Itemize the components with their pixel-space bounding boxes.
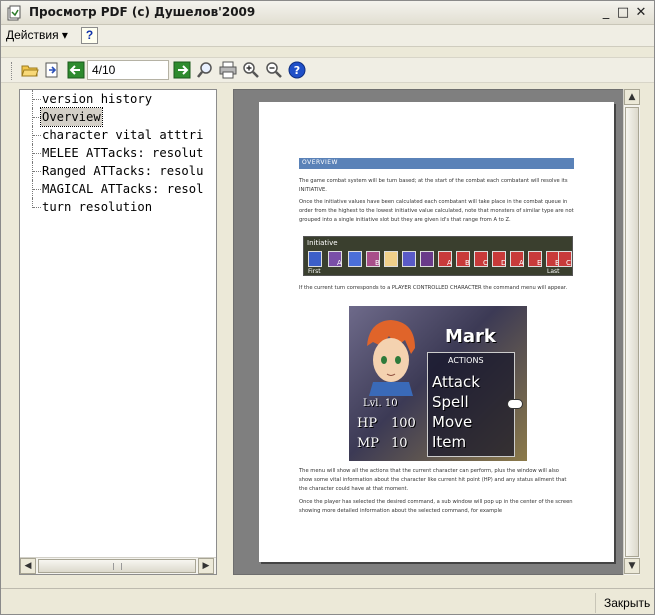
pdf-view: OVERVIEW The game combat system will be … xyxy=(233,89,640,575)
title-bar: Просмотр PDF (c) Душелов'2009 _ □ ✕ xyxy=(1,1,654,25)
initiative-label: Initiative xyxy=(307,239,338,247)
initiative-first-label: First xyxy=(308,268,321,275)
prev-page-icon[interactable] xyxy=(67,61,85,79)
pdf-viewer-window: Просмотр PDF (c) Душелов'2009 _ □ ✕ Дейс… xyxy=(0,0,655,615)
outline-item-label: character vital atttri xyxy=(42,128,204,142)
status-bar: Закрыть xyxy=(1,588,654,614)
app-icon xyxy=(7,5,21,21)
page-number-input[interactable] xyxy=(87,60,169,80)
next-page-icon[interactable] xyxy=(173,61,191,79)
outline-item-selected[interactable]: Overview xyxy=(20,107,216,127)
outline-item[interactable]: MAGICAL ATTacks: resol xyxy=(20,180,216,198)
character-name: Mark xyxy=(445,326,496,347)
initiative-bar-image: Initiative A B A B C D A E C First Last xyxy=(303,236,573,276)
vertical-scroll-thumb[interactable] xyxy=(625,107,639,557)
scroll-down-icon[interactable]: ▼ xyxy=(624,558,640,574)
command-move: Move xyxy=(432,413,473,431)
paragraph: If the current turn corresponds to a PLA… xyxy=(299,285,568,291)
portrait-icon xyxy=(348,251,362,267)
close-window-button[interactable]: ✕ xyxy=(633,5,649,21)
section-heading: OVERVIEW xyxy=(302,159,338,166)
mp-label: MP xyxy=(357,436,380,451)
horizontal-scroll-thumb[interactable] xyxy=(38,559,196,573)
outline-horizontal-scrollbar[interactable]: ◀ ▶ xyxy=(20,557,216,574)
maximize-button[interactable]: □ xyxy=(615,5,631,21)
help-icon[interactable]: ? xyxy=(288,61,306,79)
close-button[interactable]: Закрыть xyxy=(595,593,653,613)
paragraph: Once the player has selected the desired… xyxy=(299,499,573,514)
actions-menu-label: Действия xyxy=(6,28,59,42)
outline-item-label: version history xyxy=(42,92,153,106)
character-portrait xyxy=(367,320,415,396)
scroll-right-icon[interactable]: ▶ xyxy=(198,558,214,574)
pdf-page: OVERVIEW The game combat system will be … xyxy=(259,102,614,562)
window-title: Просмотр PDF (c) Душелов'2009 xyxy=(29,5,256,19)
portrait-icon xyxy=(308,251,322,267)
outline-item[interactable]: MELEE ATTacks: resolut xyxy=(20,144,216,162)
zoom-in-icon[interactable] xyxy=(242,61,260,79)
toolbar-grip[interactable] xyxy=(11,62,14,80)
paragraph: Once the initiative values have been cal… xyxy=(299,199,574,223)
open-folder-icon[interactable] xyxy=(21,61,39,79)
battle-menu-image: Mark Lvl. 10 HP 100 MP 10 ACTIONS Attack… xyxy=(349,306,527,461)
outline-item-label: Ranged ATTacks: resolu xyxy=(42,164,204,178)
scroll-up-icon[interactable]: ▲ xyxy=(624,89,640,105)
portrait-icon xyxy=(420,251,434,267)
hp-label: HP xyxy=(357,416,378,431)
command-attack: Attack xyxy=(432,373,480,391)
mp-value: 10 xyxy=(391,436,408,451)
minimize-button[interactable]: _ xyxy=(598,5,614,21)
outline-item[interactable]: turn resolution xyxy=(20,198,216,216)
section-heading-bar: OVERVIEW xyxy=(299,158,574,169)
command-spell: Spell xyxy=(432,393,469,411)
menu-bar: Действия ▾ ? xyxy=(1,25,654,47)
outline-item-label: Overview xyxy=(40,107,103,127)
hp-value: 100 xyxy=(391,416,416,431)
outline-item-label: turn resolution xyxy=(42,200,153,214)
actions-title: ACTIONS xyxy=(448,356,484,365)
outline-item-label: MAGICAL ATTacks: resol xyxy=(42,182,204,196)
portrait-icon xyxy=(402,251,416,267)
outline-item[interactable]: Ranged ATTacks: resolu xyxy=(20,162,216,180)
paragraph: The menu will show all the actions that … xyxy=(299,468,567,492)
portrait-icon xyxy=(384,251,398,267)
scroll-left-icon[interactable]: ◀ xyxy=(20,558,36,574)
toolbar: ? xyxy=(1,57,654,83)
actions-window: ACTIONS Attack Spell Move Item xyxy=(427,352,515,457)
print-icon[interactable] xyxy=(219,61,237,79)
paragraph: The game combat system will be turn base… xyxy=(299,178,568,193)
svg-text:?: ? xyxy=(294,64,300,77)
pointer-hand-icon xyxy=(507,399,523,409)
actions-menu[interactable]: Действия ▾ xyxy=(6,28,68,42)
export-icon[interactable] xyxy=(43,61,61,79)
outline-tree: version history Overview character vital… xyxy=(20,90,216,556)
character-level: Lvl. 10 xyxy=(363,398,398,409)
help-menu-button[interactable]: ? xyxy=(81,27,98,44)
zoom-out-icon[interactable] xyxy=(265,61,283,79)
panel-splitter[interactable] xyxy=(219,89,231,575)
outline-item[interactable]: version history xyxy=(20,90,216,108)
chevron-down-icon: ▾ xyxy=(61,28,68,42)
pdf-vertical-scrollbar[interactable]: ▲ ▼ xyxy=(623,89,640,575)
outline-item[interactable]: character vital atttri xyxy=(20,126,216,144)
command-item: Item xyxy=(432,433,467,451)
find-icon[interactable] xyxy=(196,61,214,79)
initiative-last-label: Last xyxy=(547,268,560,275)
outline-item-label: MELEE ATTacks: resolut xyxy=(42,146,204,160)
outline-panel: version history Overview character vital… xyxy=(19,89,217,575)
